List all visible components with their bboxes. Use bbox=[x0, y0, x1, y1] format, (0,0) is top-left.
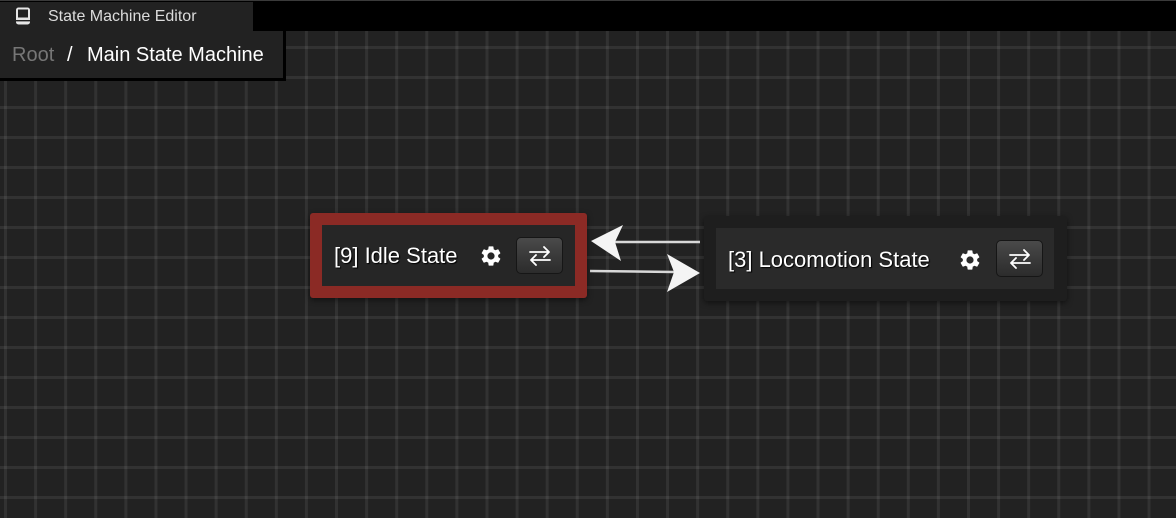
state-node-label: [3] Locomotion State bbox=[728, 247, 930, 272]
gear-icon[interactable] bbox=[958, 248, 982, 272]
editor-tab[interactable]: State Machine Editor bbox=[0, 2, 253, 32]
state-node-locomotion[interactable]: [3] Locomotion State bbox=[704, 216, 1067, 301]
title-bar: State Machine Editor bbox=[0, 0, 1176, 32]
computer-icon bbox=[16, 7, 30, 25]
breadcrumb-separator: / bbox=[67, 44, 73, 66]
breadcrumb: Root / Main State Machine bbox=[0, 31, 286, 81]
add-transition-button[interactable] bbox=[996, 240, 1043, 277]
state-node-label: [9] Idle State bbox=[334, 243, 458, 268]
state-node-body[interactable]: [9] Idle State bbox=[322, 225, 575, 286]
gear-icon[interactable] bbox=[479, 244, 503, 268]
add-transition-button[interactable] bbox=[516, 237, 563, 274]
swap-arrows-icon bbox=[1008, 248, 1031, 269]
state-node-body[interactable]: [3] Locomotion State bbox=[716, 228, 1054, 289]
breadcrumb-current: Main State Machine bbox=[87, 44, 264, 66]
window-title: State Machine Editor bbox=[48, 8, 197, 25]
swap-arrows-icon bbox=[528, 245, 551, 266]
breadcrumb-root[interactable]: Root bbox=[12, 45, 54, 65]
state-node-idle[interactable]: [9] Idle State bbox=[310, 213, 587, 298]
